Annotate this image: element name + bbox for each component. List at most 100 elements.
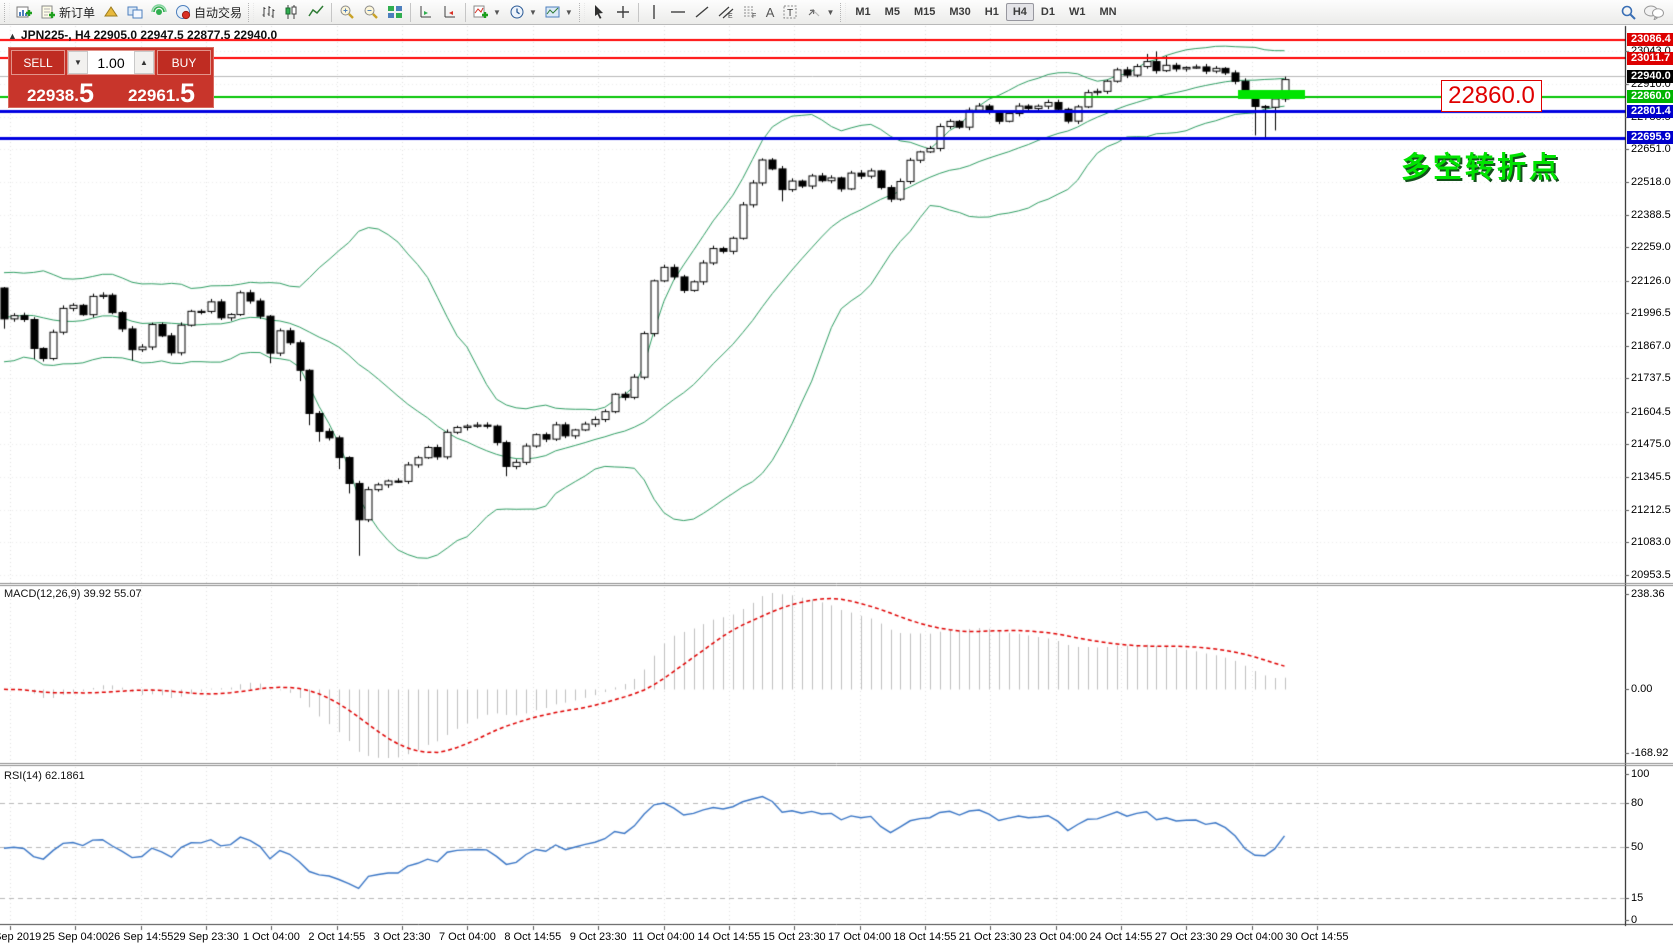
auto-scroll-button[interactable]	[414, 1, 438, 24]
price-level-label: 22940.0	[1627, 70, 1673, 83]
panel-collapse-icon[interactable]: ▲	[8, 31, 17, 41]
price-level-label: 22860.0	[1627, 90, 1673, 103]
new-order-icon	[40, 4, 56, 20]
timeframe-m30-button[interactable]: M30	[942, 3, 977, 21]
templates-icon	[545, 4, 561, 20]
price-level-label: 23086.4	[1627, 33, 1673, 46]
timeframe-bar: M1M5M15M30H1H4D1W1MN	[848, 3, 1123, 21]
search-icon[interactable]	[1620, 4, 1637, 21]
data-window-button[interactable]	[123, 1, 147, 24]
buy-price[interactable]: 22961.5	[112, 77, 211, 107]
trendline-tool-button[interactable]	[690, 1, 714, 24]
timeframe-m1-button[interactable]: M1	[848, 3, 877, 21]
zoom-out-icon	[363, 4, 379, 20]
volume-input[interactable]	[88, 51, 134, 74]
toolbar-separator	[638, 3, 639, 22]
fibonacci-icon: F	[742, 4, 758, 20]
timeframe-h4-button[interactable]: H4	[1006, 3, 1034, 21]
price-tick-label: 21345.5	[1631, 471, 1671, 483]
svg-text:F: F	[752, 13, 756, 20]
price-tick-label: 21996.5	[1631, 307, 1671, 319]
bar-chart-icon	[260, 4, 276, 20]
rsi-tick-label: 0	[1631, 914, 1637, 926]
rsi-indicator-label: RSI(14) 62.1861	[4, 770, 85, 782]
price-tick-label: 21604.5	[1631, 406, 1671, 418]
toolbar-separator	[331, 3, 332, 22]
price-tick-label: 21867.0	[1631, 340, 1671, 352]
indicators-button[interactable]: ▼	[469, 1, 505, 24]
timeframe-mn-button[interactable]: MN	[1092, 3, 1123, 21]
price-tick-label: 22518.0	[1631, 176, 1671, 188]
toolbar-separator	[410, 3, 411, 22]
timeframe-m15-button[interactable]: M15	[907, 3, 942, 21]
price-tick-label: 21475.0	[1631, 438, 1671, 450]
timeframe-m5-button[interactable]: M5	[878, 3, 907, 21]
time-tick-label: 11 Oct 04:00	[632, 931, 694, 943]
autotrading-button[interactable]: 自动交易	[171, 1, 246, 24]
zoom-out-button[interactable]	[359, 1, 383, 24]
line-chart-icon	[308, 4, 324, 20]
equidistant-channel-tool-button[interactable]: E	[714, 1, 738, 24]
timeframe-w1-button[interactable]: W1	[1062, 3, 1093, 21]
candlestick-chart-button[interactable]	[280, 1, 304, 24]
vertical-line-tool-button[interactable]	[642, 1, 666, 24]
text-tool-button[interactable]: A	[762, 1, 779, 24]
periods-button[interactable]: ▼	[505, 1, 541, 24]
chat-icon[interactable]	[1643, 4, 1665, 20]
label-tool-button[interactable]: T	[778, 1, 802, 24]
macd-indicator-label: MACD(12,26,9) 39.92 55.07	[4, 588, 142, 600]
time-tick-label: 14 Oct 14:55	[697, 931, 760, 943]
volume-increase-button[interactable]: ▲	[134, 51, 154, 74]
rsi-tick-label: 80	[1631, 797, 1643, 809]
zoom-in-icon	[339, 4, 355, 20]
line-chart-button[interactable]	[304, 1, 328, 24]
fibonacci-tool-button[interactable]: F	[738, 1, 762, 24]
arrows-tool-button[interactable]: ▼	[802, 1, 838, 24]
market-watch-button[interactable]	[99, 1, 123, 24]
horizontal-line-tool-button[interactable]	[666, 1, 690, 24]
time-tick-label: 29 Sep 23:30	[173, 931, 238, 943]
price-level-flag[interactable]: 22860.0	[1441, 80, 1542, 112]
price-tick-label: 22651.0	[1631, 143, 1671, 155]
time-tick-label: 27 Oct 23:30	[1155, 931, 1218, 943]
chart-title: ▲JPN225-, H4 22905.0 22947.5 22877.5 229…	[8, 28, 277, 42]
candlestick-chart-icon	[284, 4, 300, 20]
new-order-button[interactable]: 新订单	[36, 1, 99, 24]
cursor-tool-button[interactable]	[587, 1, 611, 24]
time-tick-label: 1 Oct 04:00	[243, 931, 300, 943]
sell-button[interactable]: SELL	[11, 50, 65, 75]
chart-shift-button[interactable]	[438, 1, 462, 24]
chart-canvas[interactable]	[0, 0, 1673, 948]
rsi-tick-label: 15	[1631, 892, 1643, 904]
time-tick-label: 23 Sep 2019	[0, 931, 41, 943]
time-tick-label: 29 Oct 04:00	[1220, 931, 1283, 943]
svg-text:T: T	[787, 8, 793, 19]
sell-price[interactable]: 22938.5	[11, 77, 110, 107]
volume-decrease-button[interactable]: ▼	[68, 51, 88, 74]
toolbar-separator	[465, 3, 466, 22]
templates-button[interactable]: ▼	[541, 1, 577, 24]
tile-windows-button[interactable]	[383, 1, 407, 24]
price-level-label: 22801.4	[1627, 105, 1673, 118]
time-tick-label: 21 Oct 23:30	[959, 931, 1022, 943]
time-tick-label: 23 Oct 04:00	[1024, 931, 1087, 943]
cursor-icon	[591, 4, 607, 20]
timeframe-d1-button[interactable]: D1	[1034, 3, 1062, 21]
bar-chart-button[interactable]	[256, 1, 280, 24]
new-chart-button[interactable]	[12, 1, 36, 24]
price-level-label: 23011.7	[1627, 52, 1673, 65]
timeframe-h1-button[interactable]: H1	[978, 3, 1006, 21]
auto-scroll-icon	[418, 4, 434, 20]
trendline-icon	[694, 4, 710, 20]
buy-button[interactable]: BUY	[157, 50, 211, 75]
price-tick-label: 21737.5	[1631, 372, 1671, 384]
zoom-in-button[interactable]	[335, 1, 359, 24]
navigator-button[interactable]	[147, 1, 171, 24]
time-tick-label: 25 Sep 04:00	[43, 931, 108, 943]
crosshair-tool-button[interactable]	[611, 1, 635, 24]
time-tick-label: 9 Oct 23:30	[570, 931, 627, 943]
templates-dropdown-arrow: ▼	[565, 8, 573, 17]
time-tick-label: 18 Oct 14:55	[893, 931, 956, 943]
text-tool-icon: A	[766, 5, 775, 20]
label-tool-icon: T	[782, 4, 798, 20]
